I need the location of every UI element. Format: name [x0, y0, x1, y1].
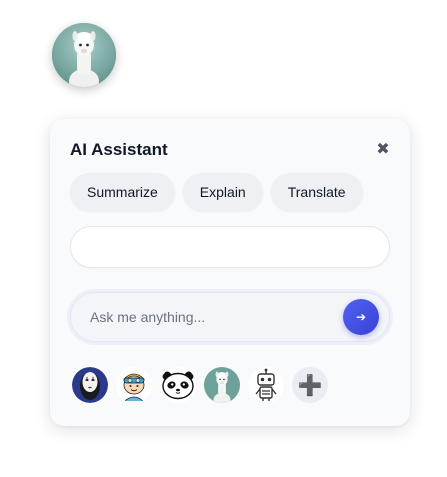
panda-avatar-icon	[160, 367, 196, 403]
chat-input[interactable]	[71, 293, 343, 341]
summarize-button[interactable]: Summarize	[70, 173, 175, 211]
avatar-option-panda[interactable]	[160, 367, 196, 403]
robot-avatar-icon	[248, 367, 284, 403]
panel-title: AI Assistant	[70, 140, 168, 159]
avatar-option-spirit[interactable]	[72, 367, 108, 403]
add-avatar-button[interactable]: ➕	[292, 367, 328, 403]
assistant-launcher-avatar[interactable]	[52, 23, 116, 87]
response-output	[70, 226, 390, 268]
avatar-option-boy[interactable]	[116, 367, 152, 403]
close-button[interactable]: ✖	[374, 141, 392, 159]
send-button[interactable]: ➔	[343, 299, 379, 335]
send-arrow-icon: ➔	[355, 310, 367, 324]
cartoon-boy-goggles-avatar-icon	[116, 367, 152, 403]
avatar-option-robot[interactable]	[248, 367, 284, 403]
plus-icon: ➕	[297, 374, 323, 397]
panel-header: AI Assistant ✖	[70, 139, 392, 161]
close-icon: ✖	[376, 141, 390, 158]
alpaca-avatar-icon	[52, 23, 116, 87]
assistant-panel: AI Assistant ✖ Summarize Explain Transla…	[50, 119, 410, 426]
no-face-spirit-avatar-icon	[72, 367, 108, 403]
quick-actions: Summarize Explain Translate	[70, 173, 363, 211]
avatar-option-alpaca[interactable]	[204, 367, 240, 403]
alpaca-avatar-icon	[204, 367, 240, 403]
avatar-picker: ➕	[72, 367, 328, 403]
chat-input-container: ➔	[70, 292, 390, 342]
explain-button[interactable]: Explain	[182, 173, 263, 211]
translate-button[interactable]: Translate	[270, 173, 363, 211]
